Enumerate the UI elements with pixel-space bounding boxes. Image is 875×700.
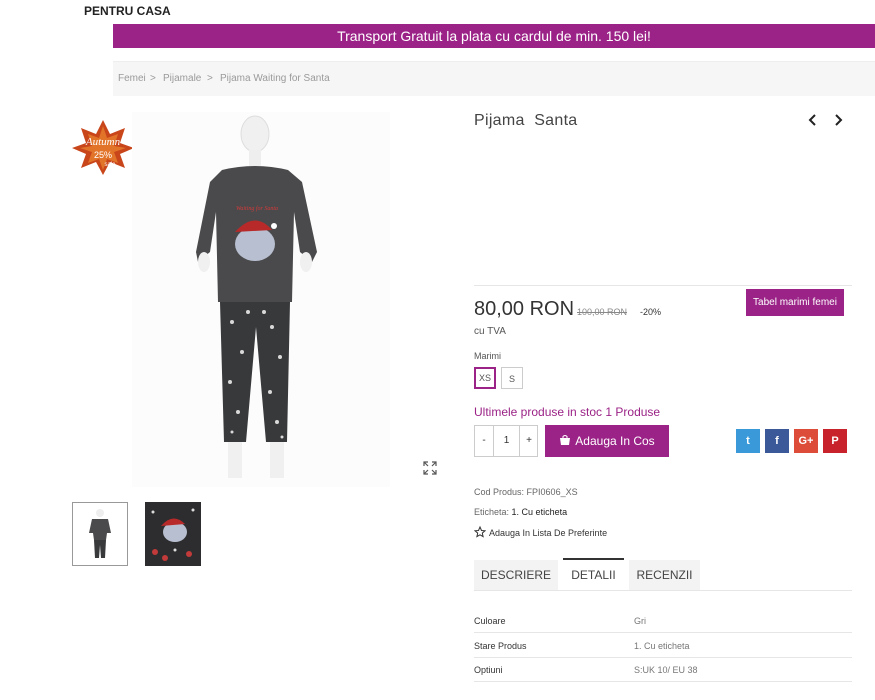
label-label: Eticheta: <box>474 507 510 517</box>
product-code-label: Cod Produs: <box>474 487 525 497</box>
divider <box>474 285 852 286</box>
detail-label: Culoare <box>474 616 506 626</box>
thumbnail-1[interactable] <box>72 502 128 566</box>
breadcrumb-item-pijamale[interactable]: Pijamale <box>163 73 201 84</box>
row-divider <box>474 632 852 633</box>
cart-icon <box>560 435 571 445</box>
autumn-sale-badge: Autumn 25% sale <box>70 118 136 176</box>
label-row: Eticheta: 1. Cu eticheta <box>474 507 567 517</box>
star-icon <box>473 525 487 538</box>
breadcrumb-separator: > <box>150 73 156 84</box>
svg-text:25%: 25% <box>94 150 112 160</box>
wishlist-label: Adauga In Lista De Preferinte <box>489 528 608 538</box>
discount-badge: -20% <box>640 307 662 317</box>
breadcrumb-item-current: Pijama Waiting for Santa <box>220 73 330 84</box>
prev-product-icon[interactable] <box>807 113 819 132</box>
old-price: 100,00 RON <box>577 307 628 317</box>
nav-item-label[interactable]: PENTRU CASA <box>84 4 171 18</box>
tab-recenzii[interactable]: RECENZII <box>629 560 700 590</box>
product-code-row: Cod Produs: FPI0606_XS <box>474 487 578 497</box>
next-product-icon[interactable] <box>832 113 844 132</box>
pinterest-share-icon[interactable]: P <box>823 429 847 453</box>
pajama-print-text: Waiting for Santa <box>236 205 278 212</box>
stock-status: Ultimele produse in stoc 1 Produse <box>474 405 661 419</box>
detail-value: S:UK 10/ EU 38 <box>634 665 698 675</box>
twitter-share-icon[interactable]: t <box>736 429 760 453</box>
wishlist-link[interactable]: Adauga In Lista De Preferinte <box>473 525 608 538</box>
quantity-stepper: - 1 + <box>474 425 538 457</box>
svg-text:Autumn: Autumn <box>85 136 121 148</box>
label-value: 1. Cu eticheta <box>511 507 568 517</box>
detail-label: Stare Produs <box>474 641 527 651</box>
breadcrumb-separator: > <box>207 73 213 84</box>
product-title: Pijama Santa <box>474 112 578 129</box>
add-to-cart-button[interactable]: Adauga In Cos <box>545 425 669 457</box>
size-guide-button[interactable]: Tabel marimi femei <box>746 289 844 316</box>
google-plus-share-icon[interactable]: G+ <box>794 429 818 453</box>
size-option-xs[interactable]: XS <box>474 367 496 389</box>
sizes-label: Marimi <box>474 351 501 361</box>
quantity-input[interactable]: 1 <box>494 426 519 456</box>
row-divider <box>474 681 852 682</box>
size-option-s[interactable]: S <box>501 367 523 389</box>
detail-label: Optiuni <box>474 665 503 675</box>
quantity-decrement-button[interactable]: - <box>475 426 494 456</box>
quantity-increment-button[interactable]: + <box>519 426 538 456</box>
svg-text:sale: sale <box>104 162 116 168</box>
breadcrumb-item-femei[interactable]: Femei <box>118 73 146 84</box>
row-divider <box>474 657 852 658</box>
tabs-divider <box>474 590 852 591</box>
breadcrumb: Femei > Pijamale > Pijama Waiting for Sa… <box>113 61 875 96</box>
expand-icon[interactable] <box>423 461 437 475</box>
product-main-image[interactable]: Waiting for Santa <box>132 112 390 487</box>
detail-value: 1. Cu eticheta <box>634 641 690 651</box>
tab-descriere[interactable]: DESCRIERE <box>474 560 558 590</box>
thumbnail-2[interactable] <box>145 502 201 566</box>
product-price: 80,00 RON <box>474 298 575 320</box>
top-nav-clipped[interactable]: PENTRU CASA <box>84 0 284 20</box>
tab-detalii[interactable]: DETALII <box>563 558 624 590</box>
add-to-cart-label: Adauga In Cos <box>575 434 655 448</box>
promo-banner: Transport Gratuit la plata cu cardul de … <box>113 24 875 48</box>
product-code-value: FPI0606_XS <box>526 487 578 497</box>
detail-value: Gri <box>634 616 646 626</box>
facebook-share-icon[interactable]: f <box>765 429 789 453</box>
tax-note: cu TVA <box>474 326 506 337</box>
